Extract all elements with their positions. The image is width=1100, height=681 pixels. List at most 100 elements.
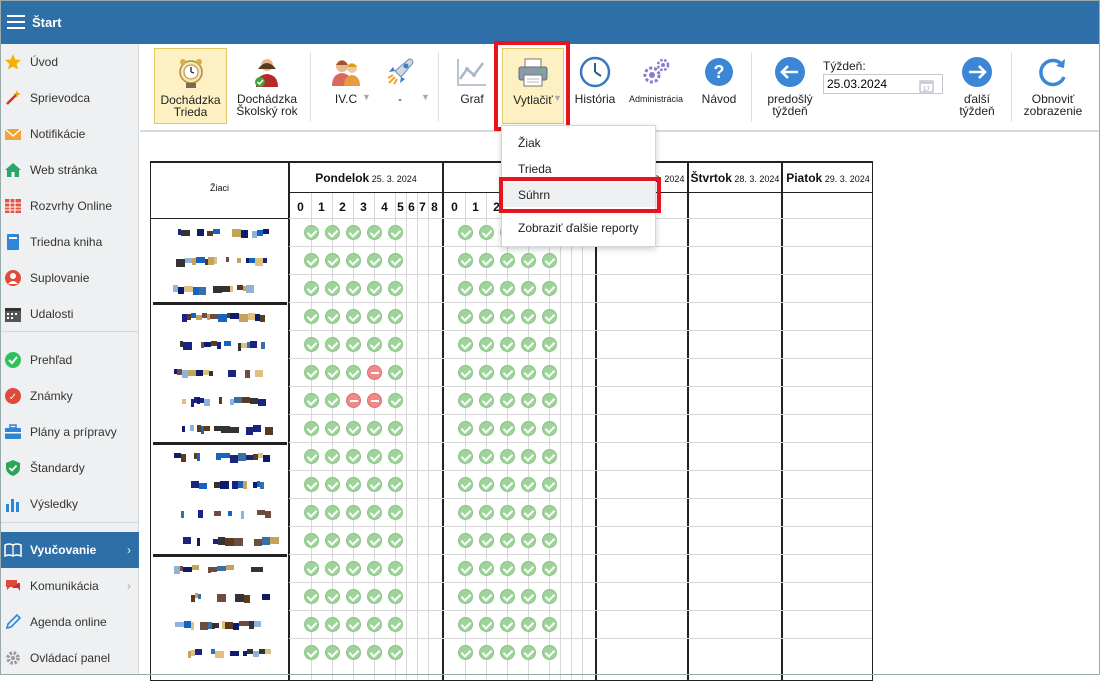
present-mark-icon[interactable]	[388, 365, 403, 380]
present-mark-icon[interactable]	[304, 337, 319, 352]
present-mark-icon[interactable]	[479, 281, 494, 296]
present-mark-icon[interactable]	[521, 617, 536, 632]
present-mark-icon[interactable]	[304, 365, 319, 380]
present-mark-icon[interactable]	[479, 337, 494, 352]
class-dropdown-caret-icon[interactable]: ▼	[362, 92, 371, 102]
class-select-button[interactable]: IV.C	[324, 48, 368, 124]
present-mark-icon[interactable]	[479, 449, 494, 464]
present-mark-icon[interactable]	[304, 421, 319, 436]
present-mark-icon[interactable]	[346, 505, 361, 520]
sidebar-item-prehlad[interactable]: Prehľad	[0, 342, 139, 378]
present-mark-icon[interactable]	[346, 365, 361, 380]
present-mark-icon[interactable]	[500, 589, 515, 604]
sidebar-item-web-stranka[interactable]: Web stránka	[0, 152, 139, 188]
present-mark-icon[interactable]	[521, 421, 536, 436]
present-mark-icon[interactable]	[388, 477, 403, 492]
present-mark-icon[interactable]	[542, 505, 557, 520]
present-mark-icon[interactable]	[304, 533, 319, 548]
present-mark-icon[interactable]	[458, 645, 473, 660]
present-mark-icon[interactable]	[500, 505, 515, 520]
present-mark-icon[interactable]	[325, 449, 340, 464]
present-mark-icon[interactable]	[500, 421, 515, 436]
present-mark-icon[interactable]	[388, 533, 403, 548]
present-mark-icon[interactable]	[367, 505, 382, 520]
print-menu-more-reports[interactable]: Zobraziť ďalšie reporty	[502, 216, 655, 240]
present-mark-icon[interactable]	[458, 533, 473, 548]
present-mark-icon[interactable]	[479, 533, 494, 548]
present-mark-icon[interactable]	[346, 617, 361, 632]
present-mark-icon[interactable]	[325, 477, 340, 492]
present-mark-icon[interactable]	[304, 645, 319, 660]
present-mark-icon[interactable]	[500, 449, 515, 464]
sidebar-item-standardy[interactable]: Štandardy	[0, 450, 139, 486]
present-mark-icon[interactable]	[479, 365, 494, 380]
present-mark-icon[interactable]	[388, 225, 403, 240]
present-mark-icon[interactable]	[304, 281, 319, 296]
present-mark-icon[interactable]	[500, 365, 515, 380]
present-mark-icon[interactable]	[479, 421, 494, 436]
sidebar-item-vyucovanie[interactable]: Vyučovanie ›	[0, 532, 139, 568]
sidebar-item-agenda-online[interactable]: Agenda online	[0, 604, 139, 640]
sidebar-item-komunikacia[interactable]: Komunikácia ›	[0, 568, 139, 604]
present-mark-icon[interactable]	[500, 477, 515, 492]
present-mark-icon[interactable]	[346, 337, 361, 352]
present-mark-icon[interactable]	[458, 421, 473, 436]
present-mark-icon[interactable]	[388, 393, 403, 408]
present-mark-icon[interactable]	[325, 561, 340, 576]
present-mark-icon[interactable]	[325, 309, 340, 324]
present-mark-icon[interactable]	[325, 505, 340, 520]
hamburger-menu-icon[interactable]	[7, 15, 25, 29]
present-mark-icon[interactable]	[346, 421, 361, 436]
present-mark-icon[interactable]	[367, 225, 382, 240]
present-mark-icon[interactable]	[325, 421, 340, 436]
present-mark-icon[interactable]	[542, 421, 557, 436]
present-mark-icon[interactable]	[304, 617, 319, 632]
present-mark-icon[interactable]	[521, 449, 536, 464]
print-menu-summary[interactable]: Súhrn	[502, 183, 655, 207]
present-mark-icon[interactable]	[458, 225, 473, 240]
present-mark-icon[interactable]	[521, 253, 536, 268]
present-mark-icon[interactable]	[304, 589, 319, 604]
present-mark-icon[interactable]	[388, 645, 403, 660]
present-mark-icon[interactable]	[346, 561, 361, 576]
present-mark-icon[interactable]	[367, 449, 382, 464]
sidebar-item-vysledky[interactable]: Výsledky	[0, 486, 139, 522]
present-mark-icon[interactable]	[542, 365, 557, 380]
present-mark-icon[interactable]	[500, 393, 515, 408]
present-mark-icon[interactable]	[367, 645, 382, 660]
present-mark-icon[interactable]	[521, 281, 536, 296]
present-mark-icon[interactable]	[542, 281, 557, 296]
student-dropdown-caret-icon[interactable]: ▼	[421, 92, 430, 102]
present-mark-icon[interactable]	[521, 393, 536, 408]
present-mark-icon[interactable]	[325, 393, 340, 408]
present-mark-icon[interactable]	[388, 617, 403, 632]
present-mark-icon[interactable]	[346, 281, 361, 296]
present-mark-icon[interactable]	[346, 645, 361, 660]
sidebar-item-rozvrhy-online[interactable]: Rozvrhy Online	[0, 188, 139, 224]
present-mark-icon[interactable]	[325, 589, 340, 604]
present-mark-icon[interactable]	[304, 225, 319, 240]
present-mark-icon[interactable]	[542, 449, 557, 464]
present-mark-icon[interactable]	[346, 225, 361, 240]
present-mark-icon[interactable]	[367, 309, 382, 324]
present-mark-icon[interactable]	[458, 505, 473, 520]
present-mark-icon[interactable]	[388, 505, 403, 520]
present-mark-icon[interactable]	[367, 281, 382, 296]
present-mark-icon[interactable]	[325, 225, 340, 240]
present-mark-icon[interactable]	[521, 505, 536, 520]
present-mark-icon[interactable]	[500, 561, 515, 576]
present-mark-icon[interactable]	[388, 281, 403, 296]
present-mark-icon[interactable]	[304, 309, 319, 324]
present-mark-icon[interactable]	[500, 645, 515, 660]
present-mark-icon[interactable]	[304, 393, 319, 408]
present-mark-icon[interactable]	[346, 449, 361, 464]
refresh-button[interactable]: Obnoviť zobrazenie	[1020, 48, 1086, 124]
sidebar-item-notifikacie[interactable]: Notifikácie	[0, 116, 139, 152]
present-mark-icon[interactable]	[346, 253, 361, 268]
graph-button[interactable]: Graf	[452, 48, 492, 124]
absent-mark-icon[interactable]	[367, 393, 382, 408]
print-menu-class[interactable]: Trieda	[502, 157, 655, 181]
history-button[interactable]: História	[570, 48, 620, 124]
sidebar-item-plany-a-pripravy[interactable]: Plány a prípravy	[0, 414, 139, 450]
present-mark-icon[interactable]	[500, 337, 515, 352]
